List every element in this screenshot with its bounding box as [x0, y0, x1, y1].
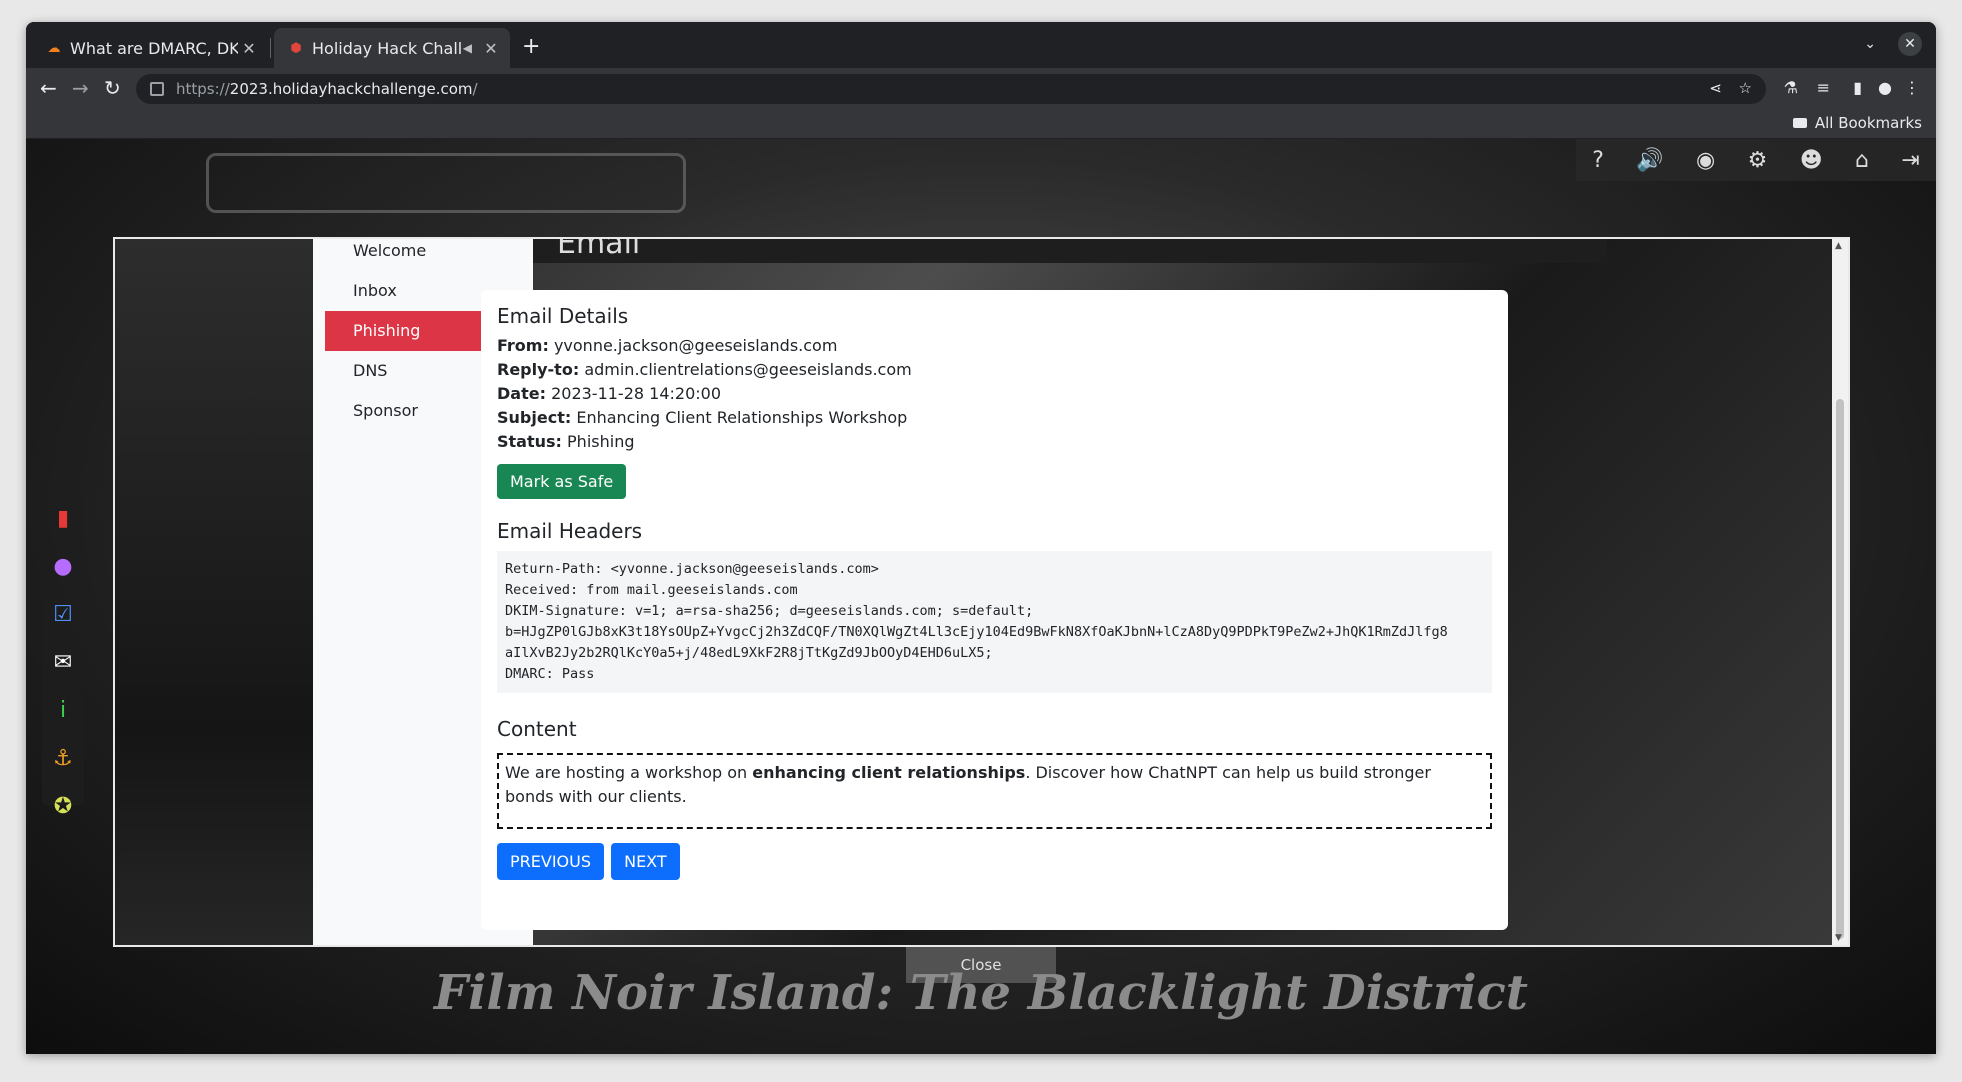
all-bookmarks-button[interactable]: All Bookmarks: [1792, 114, 1922, 132]
lock-icon: [150, 82, 164, 96]
top-icon-bar: ? 🔊 ◉ ⚙ ☻ ⌂ ⇥: [1576, 139, 1936, 181]
header-line: b=HJgZP0lGJb8xK3t18YsOUpZ+YvgcCj2h3ZdCQF…: [505, 624, 1448, 640]
side-panel-icon[interactable]: ▮: [1853, 78, 1862, 97]
section-header: Email: [533, 239, 1607, 263]
window-close-icon[interactable]: ✕: [1898, 32, 1922, 56]
header-line: Return-Path: <yvonne.jackson@geeseisland…: [505, 561, 879, 577]
book-icon[interactable]: ▮: [42, 495, 84, 543]
previous-button[interactable]: PREVIOUS: [497, 843, 604, 880]
help-icon[interactable]: ?: [1592, 148, 1604, 173]
scrollbar-thumb[interactable]: [1836, 399, 1844, 939]
browser-toolbar: ← → ↻ https://2023.holidayhackchallenge.…: [26, 68, 1936, 108]
tab-separator: [270, 38, 271, 58]
email-subject: Subject: Enhancing Client Relationships …: [497, 408, 908, 427]
all-bookmarks-label: All Bookmarks: [1814, 114, 1922, 132]
cloudflare-icon: ☁: [47, 40, 61, 56]
checklist-icon[interactable]: ☑: [42, 591, 84, 639]
chat-icon[interactable]: ✉: [42, 639, 84, 687]
address-bar[interactable]: https://2023.holidayhackchallenge.com/ ⋖…: [136, 74, 1766, 104]
pager: PREVIOUS NEXT: [497, 843, 1492, 880]
badge-icon[interactable]: ✪: [42, 783, 84, 831]
info-icon[interactable]: i: [42, 687, 84, 735]
content-heading: Content: [497, 717, 577, 741]
forward-icon[interactable]: →: [72, 76, 89, 100]
phishing-detection-modal: Welcome Inbox Phishing DNS Sponsor Email…: [113, 237, 1850, 947]
folder-icon: [1792, 118, 1807, 128]
background-sign: [206, 153, 686, 213]
logout-icon[interactable]: ⇥: [1901, 148, 1919, 173]
chevron-down-icon[interactable]: ⌄: [1864, 36, 1876, 52]
scroll-down-icon[interactable]: ▼: [1835, 933, 1842, 943]
header-line: DMARC: Pass: [505, 666, 595, 682]
profile-icon[interactable]: ☻: [1800, 148, 1823, 173]
email-content-box: We are hosting a workshop on enhancing c…: [497, 753, 1492, 829]
tab-dmarc[interactable]: ☁ What are DMARC, DKIM ✕: [32, 28, 268, 68]
profile-icon[interactable]: ●: [1878, 78, 1892, 97]
modal-scrollbar[interactable]: ▲ ▼: [1832, 239, 1848, 945]
left-icon-bar: ▮ ● ☑ ✉ i ⚓ ✪: [42, 495, 84, 819]
island-title: Film Noir Island: The Blacklight Distric…: [434, 965, 1528, 1021]
email-headers-block: Return-Path: <yvonne.jackson@geeseisland…: [497, 551, 1492, 693]
tab-title: Holiday Hack Challe: [312, 38, 463, 58]
map-pin-icon[interactable]: ●: [42, 543, 84, 591]
header-line: DKIM-Signature: v=1; a=rsa-sha256; d=gee…: [505, 603, 1034, 619]
game-page: ? 🔊 ◉ ⚙ ☻ ⌂ ⇥ ▮ ● ☑ ✉ i ⚓ ✪ Welcome Inbo…: [26, 139, 1936, 1054]
back-icon[interactable]: ←: [40, 76, 57, 100]
tab-title: What are DMARC, DKIM: [70, 38, 238, 58]
sound-icon[interactable]: 🔊: [1636, 148, 1663, 173]
email-reply-to: Reply-to: admin.clientrelations@geeseisl…: [497, 360, 912, 379]
section-header-title: Email: [557, 239, 641, 261]
email-status: Status: Phishing: [497, 432, 635, 451]
settings-icon[interactable]: ⚙: [1748, 148, 1768, 173]
email-from: From: yvonne.jackson@geeseislands.com: [497, 336, 838, 355]
menu-icon[interactable]: ⋮: [1904, 78, 1920, 97]
shield-icon: ⬢: [290, 40, 302, 56]
anchor-icon[interactable]: ⚓: [42, 735, 84, 783]
tab-strip: ☁ What are DMARC, DKIM ✕ ⬢ Holiday Hack …: [26, 22, 1936, 68]
reload-icon[interactable]: ↻: [104, 76, 121, 100]
next-button[interactable]: NEXT: [611, 843, 680, 880]
star-icon[interactable]: ☆: [1739, 79, 1752, 97]
tab-holiday-hack[interactable]: ⬢ Holiday Hack Challe ◀ ✕: [274, 28, 510, 68]
share-icon[interactable]: ⋖: [1709, 79, 1722, 97]
mark-as-safe-button[interactable]: Mark as Safe: [497, 464, 627, 499]
email-details-heading: Email Details: [497, 304, 629, 328]
speaker-icon[interactable]: ◀: [463, 41, 472, 55]
email-date: Date: 2023-11-28 14:20:00: [497, 384, 722, 403]
email-card: Email Details From: yvonne.jackson@geese…: [481, 290, 1508, 930]
close-icon[interactable]: ✕: [480, 39, 502, 58]
new-tab-icon[interactable]: +: [522, 34, 540, 59]
nav-item-welcome[interactable]: Welcome: [325, 239, 521, 271]
browser-window: ☁ What are DMARC, DKIM ✕ ⬢ Holiday Hack …: [26, 22, 1936, 1054]
bookmarks-bar: All Bookmarks: [26, 108, 1936, 139]
reading-list-icon[interactable]: ≡: [1817, 78, 1830, 97]
close-icon[interactable]: ✕: [238, 39, 260, 58]
header-line: Received: from mail.geeseislands.com: [505, 582, 798, 598]
discord-icon[interactable]: ◉: [1696, 148, 1715, 173]
home-icon[interactable]: ⌂: [1855, 148, 1869, 173]
modal-background-image: [115, 239, 313, 945]
email-headers-heading: Email Headers: [497, 519, 643, 543]
header-line: aIlXvB2Jy2b2RQlKcY0a5+j/48edL9XkF2R8jTtK…: [505, 645, 993, 661]
url-text: https://2023.holidayhackchallenge.com/: [176, 80, 478, 98]
labs-icon[interactable]: ⚗: [1784, 78, 1798, 97]
scroll-up-icon[interactable]: ▲: [1835, 241, 1842, 251]
